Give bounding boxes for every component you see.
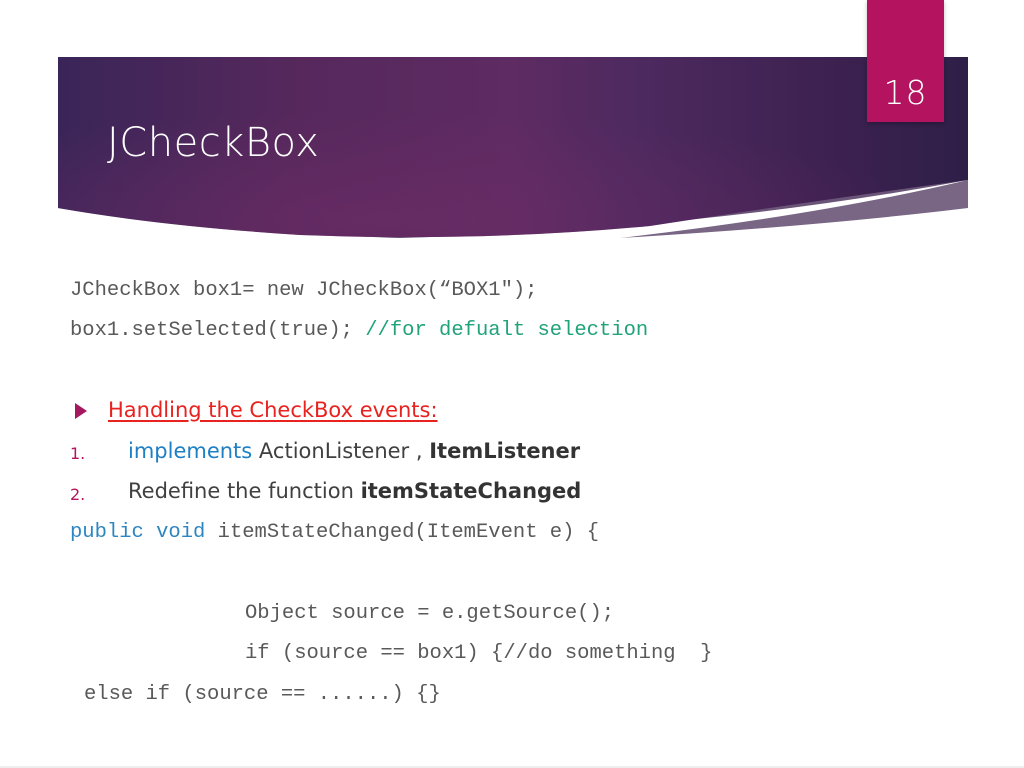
slide-number: 18 <box>883 73 928 112</box>
code-text: box1.setSelected(true); <box>70 319 366 342</box>
list-number-1: 1. <box>70 444 86 463</box>
code-line-signature: public void itemStateChanged(ItemEvent e… <box>70 521 599 544</box>
code-comment: //for defualt selection <box>365 319 649 342</box>
list-item-text: Redefine the function <box>128 479 361 503</box>
code-text: itemStateChanged(ItemEvent e) { <box>205 521 600 544</box>
list-item-keyword: implements <box>128 439 253 463</box>
slide-title: JCheckBox <box>107 120 320 166</box>
section-heading: Handling the CheckBox events: <box>108 398 438 422</box>
code-line-else-if: else if (source == ......) {} <box>84 683 441 706</box>
code-line-set-selected: box1.setSelected(true); //for defualt se… <box>70 319 648 342</box>
list-item-1: implements ActionListener , ItemListener <box>128 439 580 463</box>
code-keyword-void: void <box>156 521 206 544</box>
slide-number-badge: 18 <box>867 0 944 122</box>
list-item-bold: itemStateChanged <box>360 479 582 503</box>
code-line-if: if (source == box1) {//do something } <box>245 642 713 665</box>
list-item-2: Redefine the function itemStateChanged <box>128 479 581 503</box>
code-line-declaration: JCheckBox box1= new JCheckBox(“BOX1"); <box>70 279 538 302</box>
list-item-bold: ItemListener <box>429 439 581 463</box>
bullet-arrow-icon <box>75 403 87 419</box>
code-keyword-public: public <box>70 521 144 544</box>
list-number-2: 2. <box>70 485 86 504</box>
code-line-get-source: Object source = e.getSource(); <box>245 602 615 625</box>
section-heading-text: Handling the CheckBox events: <box>108 398 438 422</box>
list-item-text: ActionListener , <box>252 439 430 463</box>
